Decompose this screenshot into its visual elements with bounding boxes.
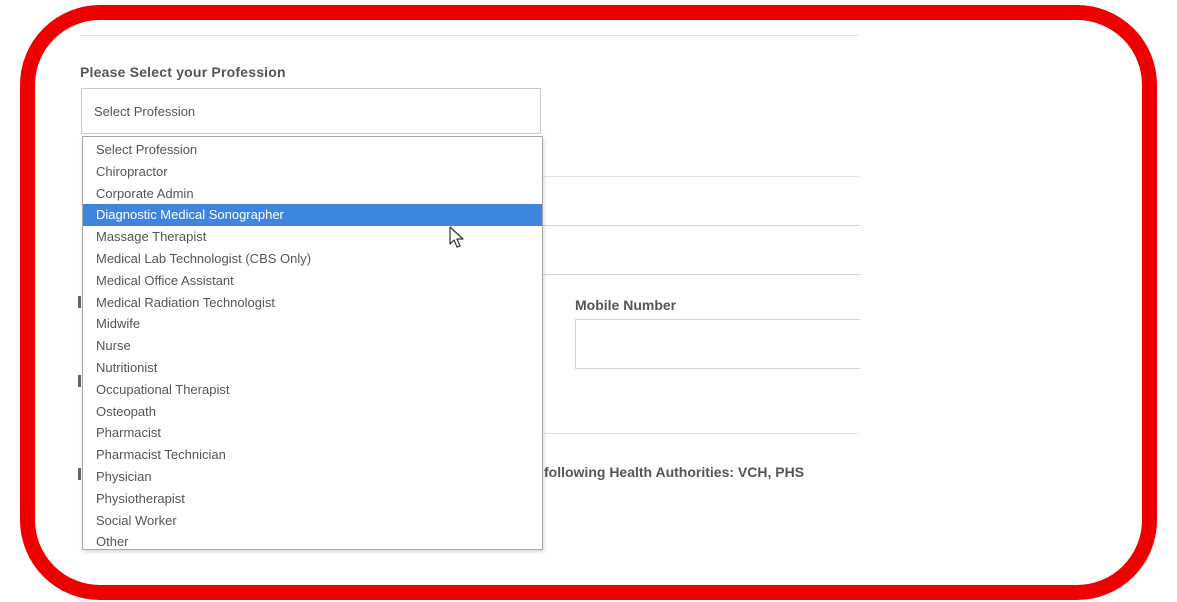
profession-option[interactable]: Physician (83, 466, 542, 488)
profession-select[interactable]: Select Profession (81, 88, 541, 134)
profession-option[interactable]: Midwife (83, 313, 542, 335)
profession-option[interactable]: Social Worker (83, 510, 542, 532)
divider (80, 35, 860, 36)
profession-option[interactable]: Other (83, 531, 542, 553)
profession-option[interactable]: Pharmacist Technician (83, 444, 542, 466)
profession-option[interactable]: Physiotherapist (83, 488, 542, 510)
profession-dropdown-list[interactable]: Select Profession Chiropractor Corporate… (82, 136, 543, 550)
profession-option[interactable]: Nurse (83, 335, 542, 357)
profession-option[interactable]: Medical Lab Technologist (CBS Only) (83, 248, 542, 270)
profession-option[interactable]: Medical Office Assistant (83, 270, 542, 292)
divider (543, 176, 860, 177)
profession-option[interactable]: Osteopath (83, 401, 542, 423)
profession-option[interactable]: Pharmacist (83, 422, 542, 444)
profession-select-value: Select Profession (94, 104, 196, 119)
health-authorities-text: following Health Authorities: VCH, PHS (544, 464, 805, 480)
profession-label: Please Select your Profession (80, 64, 286, 80)
text-field[interactable] (543, 225, 860, 275)
profession-option[interactable]: Corporate Admin (83, 183, 542, 205)
divider (543, 433, 860, 434)
profession-option[interactable]: Chiropractor (83, 161, 542, 183)
profession-option[interactable]: Nutritionist (83, 357, 542, 379)
profession-option-selected[interactable]: Diagnostic Medical Sonographer (83, 204, 542, 227)
profession-option[interactable]: Medical Radiation Technologist (83, 292, 542, 314)
mobile-number-label: Mobile Number (575, 297, 677, 313)
field-edge-mark (78, 375, 81, 387)
profession-option[interactable]: Select Profession (83, 139, 542, 161)
mouse-pointer-icon (449, 226, 464, 248)
profession-option[interactable]: Massage Therapist (83, 226, 542, 248)
profession-option[interactable]: Occupational Therapist (83, 379, 542, 401)
field-edge-mark (78, 296, 81, 308)
field-edge-mark (78, 468, 81, 480)
mobile-number-input[interactable] (575, 319, 860, 369)
